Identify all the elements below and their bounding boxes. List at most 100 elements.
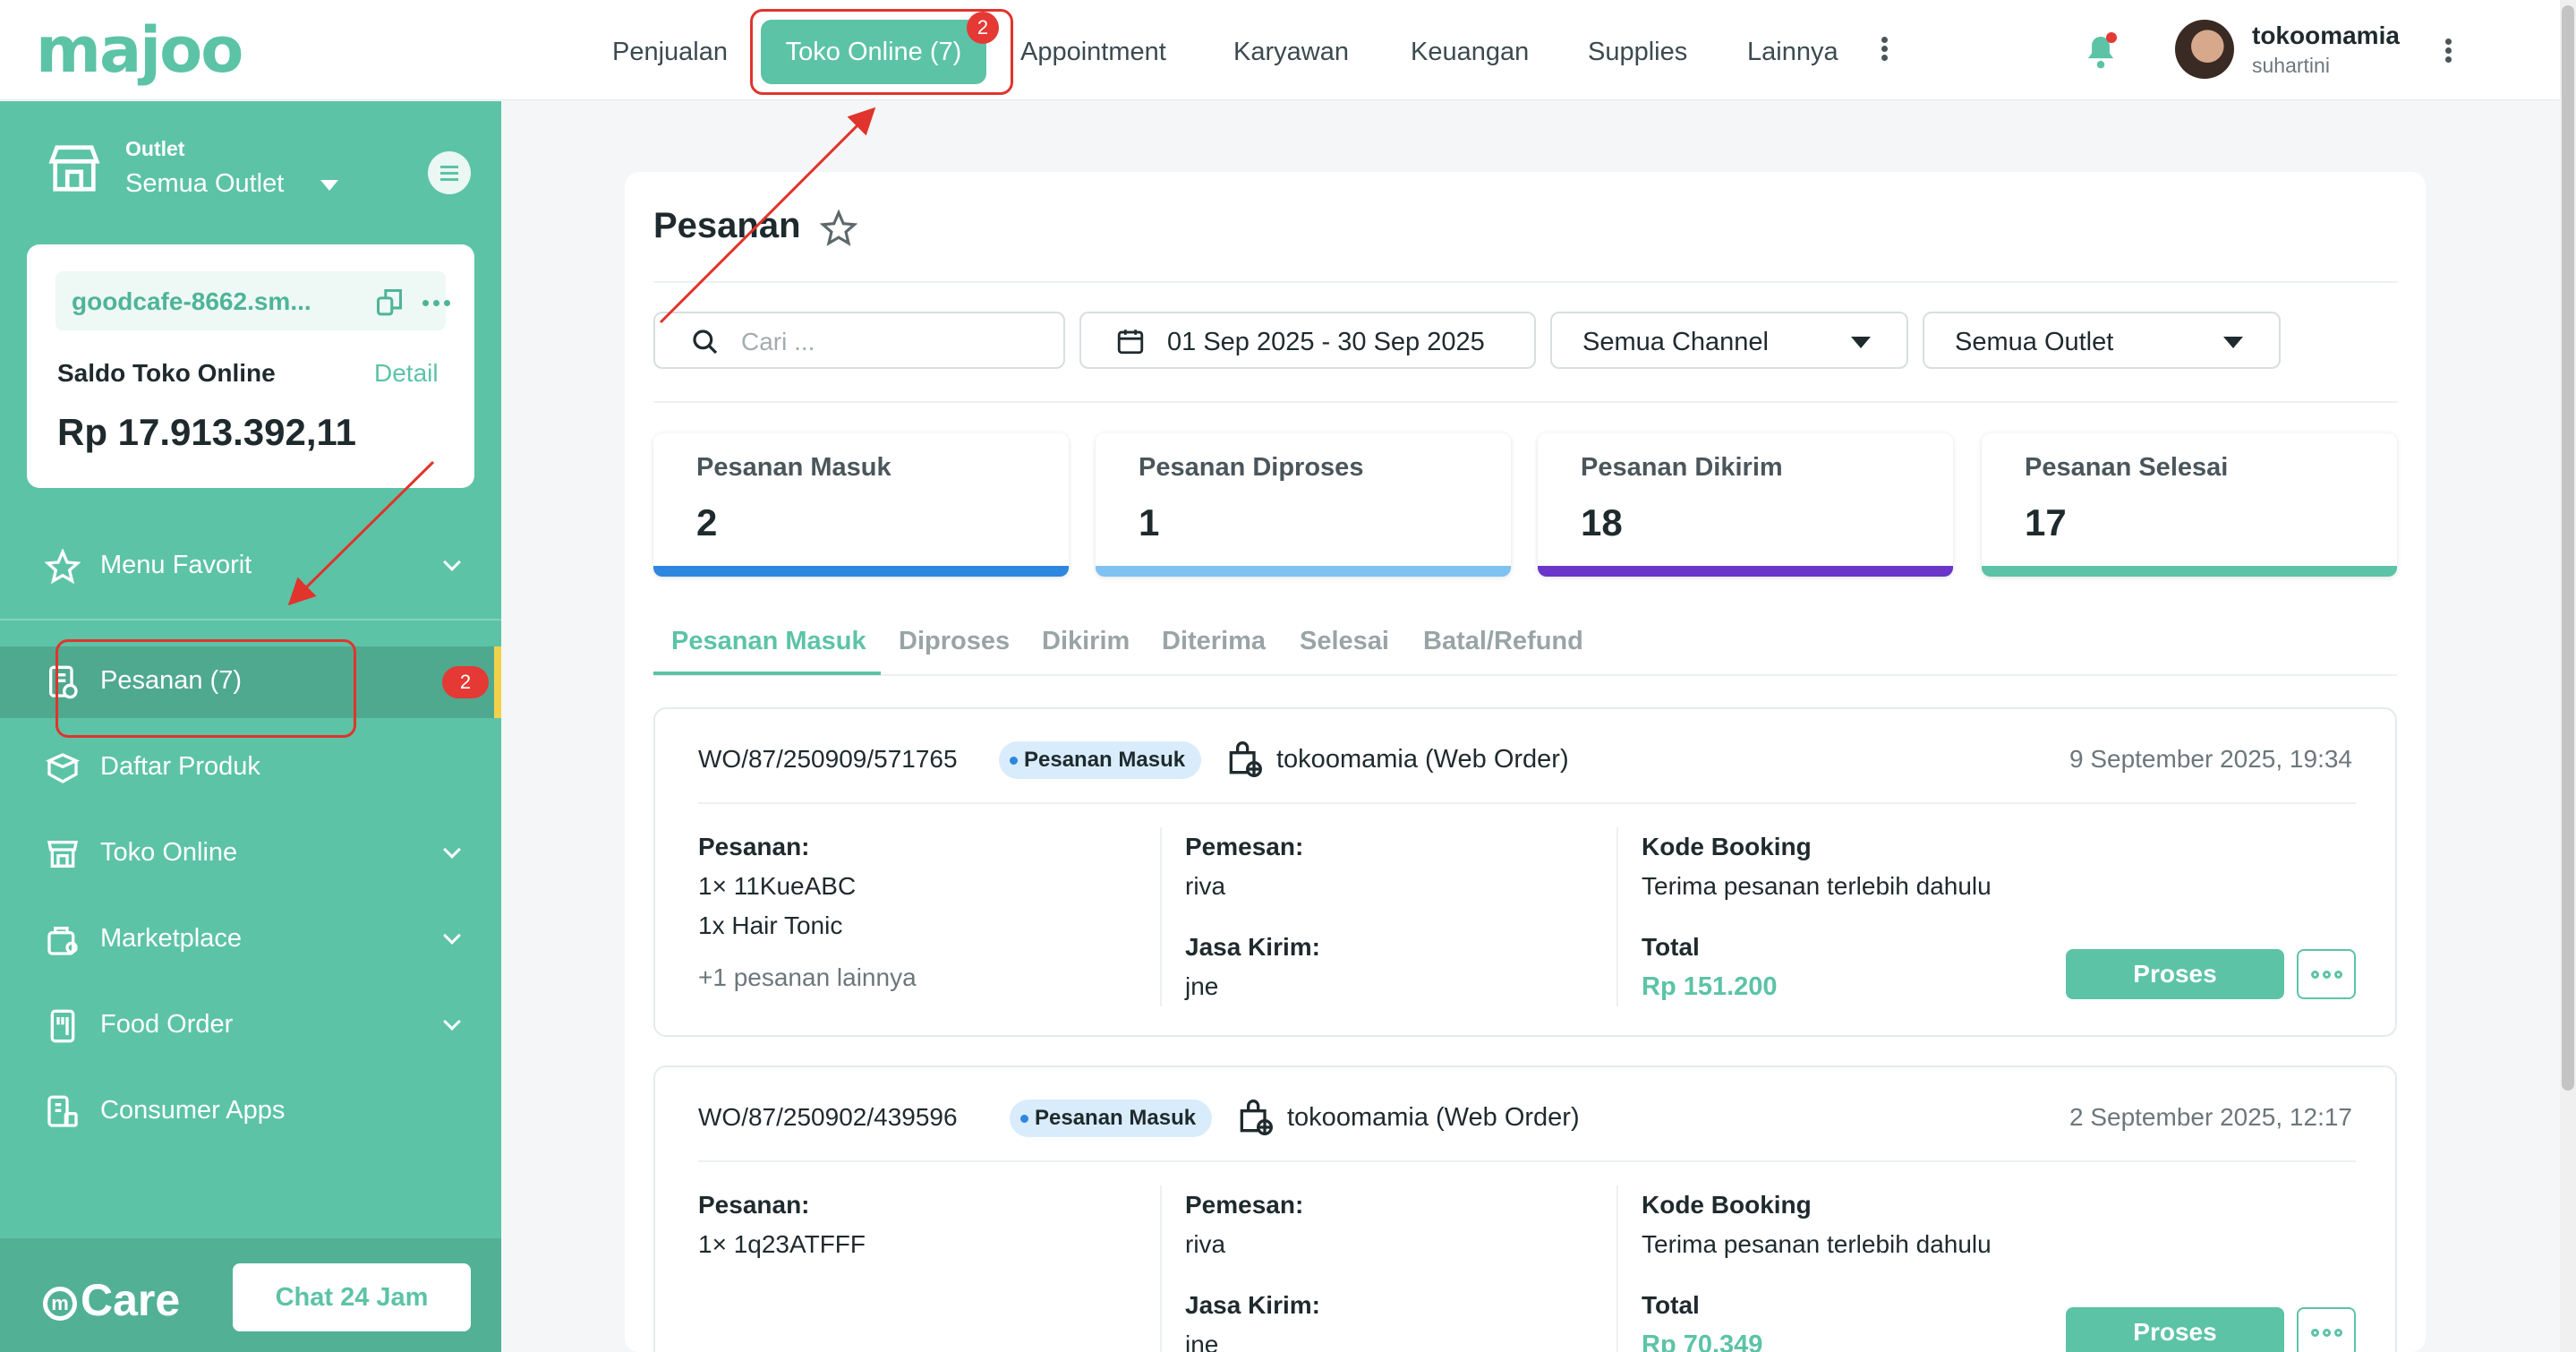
sidebar-item-label: Toko Online bbox=[100, 838, 238, 867]
majoo-care-logo: m Care bbox=[43, 1274, 180, 1326]
food-order-icon bbox=[50, 1009, 75, 1043]
outlet-filter-select[interactable]: Semua Outlet bbox=[1923, 312, 2281, 369]
divider bbox=[653, 281, 2397, 283]
majoo-logo[interactable]: majoo bbox=[36, 16, 243, 84]
star-icon bbox=[45, 549, 81, 585]
scrollbar-thumb[interactable] bbox=[2562, 5, 2574, 1091]
pemesan-label: Pemesan: bbox=[1185, 1191, 1304, 1219]
column-divider bbox=[1160, 1185, 1162, 1352]
tab-selesai[interactable]: Selesai bbox=[1300, 627, 1389, 656]
user-menu-icon[interactable] bbox=[2445, 36, 2452, 65]
sidebar-item-food-order[interactable]: Food Order bbox=[0, 990, 501, 1062]
kode-booking-label: Kode Booking bbox=[1642, 1191, 1812, 1219]
store-url-box: goodcafe-8662.sm... bbox=[55, 271, 450, 330]
sidebar-item-toko-online[interactable]: Toko Online bbox=[0, 818, 501, 890]
stat-pesanan-selesai[interactable]: Pesanan Selesai 17 bbox=[1982, 433, 2397, 577]
jasa-kirim-label: Jasa Kirim: bbox=[1185, 1291, 1320, 1319]
stat-value: 18 bbox=[1581, 501, 1623, 543]
stat-label: Pesanan Diproses bbox=[1139, 453, 1364, 482]
top-bar: majoo Penjualan Toko Online (7) 2 Appoin… bbox=[0, 0, 2560, 100]
total-label: Total bbox=[1642, 1291, 1700, 1319]
caret-down-icon bbox=[2223, 337, 2243, 348]
sidebar-collapse-button[interactable] bbox=[428, 151, 471, 194]
outlet-filter-value: Semua Outlet bbox=[1955, 328, 2114, 356]
nav-more-icon[interactable] bbox=[1880, 34, 1889, 70]
proses-button[interactable]: Proses bbox=[2066, 1307, 2284, 1352]
kode-booking-value: Terima pesanan terlebih dahulu bbox=[1642, 1230, 1992, 1258]
column-divider bbox=[1616, 827, 1618, 1006]
chevron-down-icon bbox=[443, 841, 461, 859]
saldo-label: Saldo Toko Online bbox=[57, 359, 276, 387]
avatar[interactable] bbox=[2175, 20, 2234, 79]
sidebar-item-consumer-apps[interactable]: Consumer Apps bbox=[0, 1076, 501, 1148]
tab-diproses[interactable]: Diproses bbox=[899, 627, 1010, 656]
nav-karyawan[interactable]: Karyawan bbox=[1233, 34, 1349, 70]
sidebar-item-marketplace[interactable]: Marketplace bbox=[0, 904, 501, 976]
proses-button[interactable]: Proses bbox=[2066, 949, 2284, 999]
chat-24-jam-button[interactable]: Chat 24 Jam bbox=[233, 1263, 471, 1331]
saldo-detail-link[interactable]: Detail bbox=[374, 359, 439, 388]
outlet-select[interactable]: Semua Outlet bbox=[125, 169, 284, 199]
outlet-caret-icon[interactable] bbox=[320, 180, 338, 191]
order-card: WO/87/250909/571765 Pesanan Masuk tokoom… bbox=[653, 707, 2397, 1037]
column-divider bbox=[1616, 1185, 1618, 1352]
jasa-kirim-value: jne bbox=[1185, 1331, 1219, 1352]
stat-value: 2 bbox=[696, 501, 718, 543]
order-date: 2 September 2025, 12:17 bbox=[2068, 1103, 2352, 1131]
order-item: 1x Hair Tonic bbox=[698, 911, 843, 939]
date-range-picker[interactable]: 01 Sep 2025 - 30 Sep 2025 bbox=[1079, 312, 1536, 369]
stat-pesanan-diproses[interactable]: Pesanan Diproses 1 bbox=[1096, 433, 1511, 577]
stat-label: Pesanan Dikirim bbox=[1581, 453, 1783, 482]
sidebar-item-label: Daftar Produk bbox=[100, 752, 260, 781]
order-more-button[interactable] bbox=[2297, 949, 2356, 999]
total-value: Rp 151.200 bbox=[1642, 972, 1778, 1001]
stat-pesanan-dikirim[interactable]: Pesanan Dikirim 18 bbox=[1538, 433, 1953, 577]
kode-booking-label: Kode Booking bbox=[1642, 833, 1812, 860]
outlet-label: Outlet bbox=[125, 137, 185, 160]
pesanan-badge: 2 bbox=[442, 666, 489, 698]
store-card: goodcafe-8662.sm... Saldo Toko Online De… bbox=[27, 244, 474, 488]
search-icon bbox=[693, 329, 718, 355]
pemesan-value: riva bbox=[1185, 872, 1226, 900]
sidebar-item-daftar-produk[interactable]: Daftar Produk bbox=[0, 732, 501, 804]
tab-divider bbox=[653, 674, 2397, 676]
orders-panel: Pesanan Cari ... 01 Sep 2025 - 30 Sep 20… bbox=[625, 172, 2426, 1352]
consumer-apps-icon bbox=[47, 1095, 78, 1127]
sidebar-item-menu-favorit[interactable]: Menu Favorit bbox=[0, 531, 501, 603]
store-url[interactable]: goodcafe-8662.sm... bbox=[72, 287, 311, 316]
user-name[interactable]: tokoomamia bbox=[2252, 21, 2400, 50]
channel-select[interactable]: Semua Channel bbox=[1550, 312, 1908, 369]
nav-keuangan[interactable]: Keuangan bbox=[1411, 34, 1529, 70]
more-items-link[interactable]: +1 pesanan lainnya bbox=[698, 963, 917, 992]
stat-bar bbox=[1982, 566, 2397, 577]
sidebar-divider bbox=[0, 619, 501, 620]
saldo-value: Rp 17.913.392,11 bbox=[57, 411, 356, 453]
order-item: 1× 11KueABC bbox=[698, 872, 857, 900]
copy-icon[interactable] bbox=[374, 286, 405, 318]
tab-dikirim[interactable]: Dikirim bbox=[1042, 627, 1130, 656]
page-title: Pesanan bbox=[653, 206, 801, 245]
nav-penjualan[interactable]: Penjualan bbox=[612, 34, 728, 70]
nav-supplies[interactable]: Supplies bbox=[1588, 34, 1687, 70]
tab-batal-refund[interactable]: Batal/Refund bbox=[1423, 627, 1583, 656]
stat-pesanan-masuk[interactable]: Pesanan Masuk 2 bbox=[653, 433, 1069, 577]
order-divider bbox=[698, 1160, 2356, 1162]
box-icon bbox=[45, 753, 81, 783]
stat-bar bbox=[653, 566, 1069, 577]
nav-appointment[interactable]: Appointment bbox=[1020, 34, 1166, 70]
store-more-icon[interactable] bbox=[422, 300, 450, 306]
web-order-icon bbox=[1240, 1100, 1273, 1135]
tab-pesanan-masuk[interactable]: Pesanan Masuk bbox=[671, 627, 866, 656]
date-range-value: 01 Sep 2025 - 30 Sep 2025 bbox=[1167, 328, 1485, 356]
tab-diterima[interactable]: Diterima bbox=[1162, 627, 1266, 656]
marketplace-icon bbox=[47, 927, 78, 955]
order-more-button[interactable] bbox=[2297, 1307, 2356, 1352]
order-status-badge: Pesanan Masuk bbox=[1010, 1100, 1213, 1137]
order-id[interactable]: WO/87/250902/439596 bbox=[698, 1103, 958, 1132]
sidebar-item-label: Consumer Apps bbox=[100, 1096, 286, 1125]
favorite-star-icon[interactable] bbox=[820, 210, 857, 247]
search-input[interactable]: Cari ... bbox=[653, 312, 1065, 369]
kode-booking-value: Terima pesanan terlebih dahulu bbox=[1642, 872, 1992, 900]
nav-lainnya[interactable]: Lainnya bbox=[1747, 34, 1838, 70]
order-id[interactable]: WO/87/250909/571765 bbox=[698, 745, 958, 774]
